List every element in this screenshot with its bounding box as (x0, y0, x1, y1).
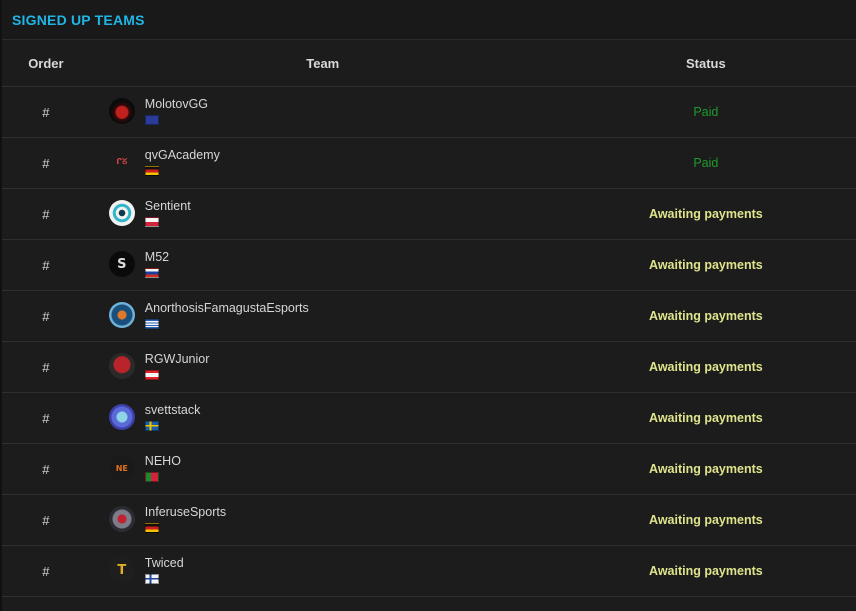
lebanon-flag-icon (144, 370, 159, 380)
team-name-link[interactable]: AnorthosisFamagustaEsports (145, 301, 309, 315)
team-cell: T Twiced (90, 546, 556, 596)
eu-flag-icon (144, 115, 159, 125)
team-name-link[interactable]: InferuseSports (145, 505, 226, 519)
team-name-link[interactable]: Twiced (145, 556, 184, 570)
status-label: Awaiting payments (649, 564, 763, 578)
qvg-logo-icon[interactable]: ᒋᘜ (108, 149, 135, 175)
order-cell: # (42, 410, 50, 426)
sweden-flag-icon (144, 421, 159, 431)
logo-glyph: S (117, 256, 127, 272)
team-name-link[interactable]: RGWJunior (145, 352, 210, 366)
team-name-link[interactable]: qvGAcademy (145, 148, 220, 162)
order-column-header[interactable]: Order (2, 56, 90, 71)
order-cell: # (42, 512, 50, 528)
table-row: # T Twiced Awaiting payments (2, 546, 856, 597)
finland-flag-icon (144, 574, 159, 584)
table-body: # MolotovGG Paid # ᒋᘜ qvGAcademy Paid # … (2, 87, 856, 597)
germany-flag-icon (144, 166, 159, 176)
table-row: # Sentient Awaiting payments (2, 189, 856, 240)
status-label: Paid (693, 105, 719, 119)
team-cell: AnorthosisFamagustaEsports (90, 291, 556, 341)
greece-flag-icon (144, 319, 159, 329)
order-cell: # (42, 461, 50, 477)
status-label: Awaiting payments (649, 309, 763, 323)
team-name-link[interactable]: MolotovGG (145, 97, 208, 111)
status-column-header[interactable]: Status (556, 56, 856, 71)
table-row: # svettstack Awaiting payments (2, 393, 856, 444)
inferuse-logo-icon[interactable] (108, 506, 135, 532)
anorthosis-logo-icon[interactable] (108, 302, 135, 328)
team-cell: NE NEHO (90, 444, 556, 494)
table-row: # MolotovGG Paid (2, 87, 856, 138)
status-label: Awaiting payments (649, 258, 763, 272)
team-name-link[interactable]: M52 (145, 250, 169, 264)
order-cell: # (42, 308, 50, 324)
team-cell: S M52 (90, 240, 556, 290)
table-row: # RGWJunior Awaiting payments (2, 342, 856, 393)
status-label: Paid (693, 156, 719, 170)
status-label: Awaiting payments (649, 513, 763, 527)
rgw-logo-icon[interactable] (108, 353, 135, 379)
team-name-link[interactable]: Sentient (145, 199, 191, 213)
table-header: Order Team Status (2, 40, 856, 87)
status-label: Awaiting payments (649, 207, 763, 221)
team-cell: svettstack (90, 393, 556, 443)
team-cell: Sentient (90, 189, 556, 239)
table-row: # AnorthosisFamagustaEsports Awaiting pa… (2, 291, 856, 342)
table-row: # ᒋᘜ qvGAcademy Paid (2, 138, 856, 189)
team-cell: InferuseSports (90, 495, 556, 545)
team-cell: ᒋᘜ qvGAcademy (90, 138, 556, 188)
logo-glyph: ᒋᘜ (116, 157, 128, 166)
team-cell: MolotovGG (90, 87, 556, 137)
molotov-logo-icon[interactable] (108, 98, 135, 124)
table-row: # NE NEHO Awaiting payments (2, 444, 856, 495)
order-cell: # (42, 359, 50, 375)
russia-flag-icon (144, 268, 159, 278)
table-row: # InferuseSports Awaiting payments (2, 495, 856, 546)
order-cell: # (42, 155, 50, 171)
order-cell: # (42, 206, 50, 222)
status-label: Awaiting payments (649, 360, 763, 374)
order-cell: # (42, 563, 50, 579)
order-cell: # (42, 104, 50, 120)
logo-glyph: T (117, 562, 127, 578)
logo-glyph: NE (115, 463, 128, 473)
team-column-header[interactable]: Team (90, 56, 556, 71)
sentient-logo-icon[interactable] (108, 200, 135, 226)
panel-title: SIGNED UP TEAMS (12, 11, 145, 28)
portugal-flag-icon (144, 472, 159, 482)
svettstack-logo-icon[interactable] (108, 404, 135, 430)
signed-up-teams-panel: SIGNED UP TEAMS Order Team Status # Molo… (0, 0, 856, 611)
table-footer-strip (2, 597, 856, 611)
status-label: Awaiting payments (649, 462, 763, 476)
order-cell: # (42, 257, 50, 273)
table-row: # S M52 Awaiting payments (2, 240, 856, 291)
team-name-link[interactable]: NEHO (145, 454, 181, 468)
teams-table: Order Team Status # MolotovGG Paid # ᒋᘜ … (2, 40, 856, 597)
m52-logo-icon[interactable]: S (108, 251, 135, 277)
germany-flag-icon (144, 523, 159, 533)
neho-logo-icon[interactable]: NE (108, 455, 135, 481)
poland-flag-icon (144, 217, 159, 227)
panel-header: SIGNED UP TEAMS (2, 0, 856, 40)
status-label: Awaiting payments (649, 411, 763, 425)
team-name-link[interactable]: svettstack (145, 403, 201, 417)
twiced-logo-icon[interactable]: T (108, 557, 135, 583)
team-cell: RGWJunior (90, 342, 556, 392)
